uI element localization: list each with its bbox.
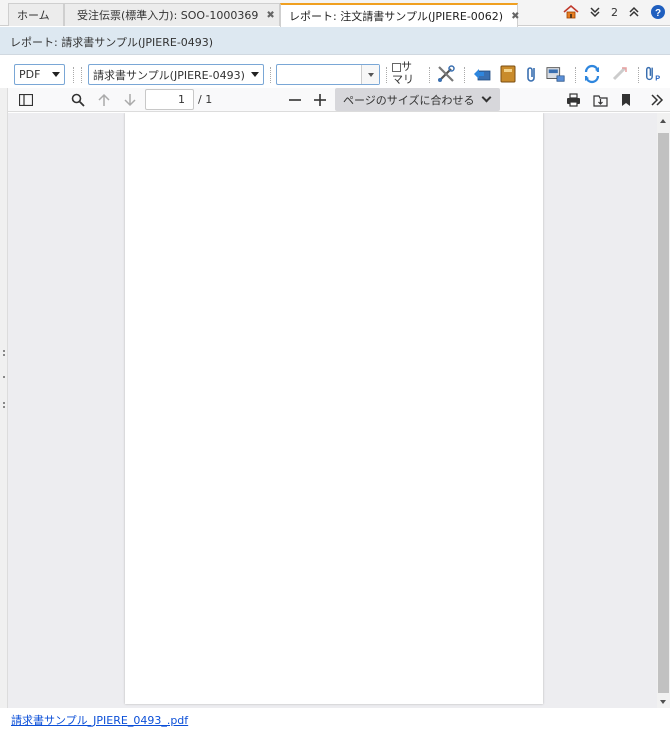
separator bbox=[575, 67, 576, 83]
grip-dot bbox=[3, 350, 5, 352]
separator bbox=[270, 67, 271, 83]
window-title: レポート: 請求書サンプル(JPIERE-0493) bbox=[0, 27, 670, 55]
scroll-down-icon[interactable] bbox=[660, 700, 666, 704]
tab-report-label: レポート: 注文請書サンプル(JPIERE-0062) bbox=[289, 10, 504, 23]
zoom-select[interactable]: ページのサイズに合わせる bbox=[335, 88, 500, 111]
separator bbox=[464, 67, 465, 83]
home-icon[interactable] bbox=[563, 4, 579, 20]
close-icon[interactable]: ✖ bbox=[266, 10, 274, 21]
tab-overflow-count: 2 bbox=[611, 5, 618, 19]
attach-process-icon[interactable]: P bbox=[644, 64, 664, 84]
grip-dot bbox=[3, 354, 5, 356]
format-select-value: PDF bbox=[19, 68, 41, 81]
summary-checkbox[interactable]: サ マリ bbox=[392, 60, 422, 86]
report-format-select[interactable]: 請求書サンプル(JPIERE-0493) bbox=[88, 64, 264, 85]
chevron-down-icon bbox=[367, 72, 374, 77]
checkbox-icon[interactable] bbox=[392, 62, 401, 72]
splitter-handle[interactable] bbox=[0, 88, 8, 708]
tab-home-label: ホーム bbox=[17, 9, 50, 22]
summary-label-line2: マリ bbox=[392, 73, 414, 86]
archive-icon[interactable] bbox=[498, 64, 518, 84]
save-icon[interactable] bbox=[592, 92, 608, 108]
chevron-down-icon bbox=[251, 72, 259, 77]
chevron-down-icon bbox=[52, 72, 60, 77]
grip-dot bbox=[3, 406, 5, 408]
bookmark-icon[interactable] bbox=[618, 92, 634, 108]
pdf-viewer-toolbar: 1 / 1 ページのサイズに合わせる bbox=[8, 88, 670, 112]
page-total: / 1 bbox=[198, 93, 213, 106]
format-select[interactable]: PDF bbox=[14, 64, 65, 85]
pdf-page bbox=[125, 113, 543, 704]
pdf-file-link[interactable]: 請求書サンプル_JPIERE_0493_.pdf bbox=[11, 712, 188, 728]
separator bbox=[81, 67, 82, 83]
zoom-select-value: ページのサイズに合わせる bbox=[343, 94, 475, 107]
arrow-up-icon[interactable] bbox=[96, 92, 112, 108]
separator bbox=[386, 67, 387, 83]
close-icon[interactable]: ✖ bbox=[511, 11, 519, 22]
print-icon[interactable] bbox=[565, 92, 581, 108]
arrow-down-icon[interactable] bbox=[122, 92, 138, 108]
report-format-select-value: 請求書サンプル(JPIERE-0493) bbox=[93, 68, 245, 82]
report-toolbar: PDF 請求書サンプル(JPIERE-0493) サ マリ P bbox=[0, 56, 670, 88]
separator bbox=[73, 67, 74, 83]
vertical-scrollbar[interactable] bbox=[657, 113, 670, 708]
search-icon[interactable] bbox=[70, 92, 86, 108]
separator bbox=[638, 67, 639, 83]
scrollbar-thumb[interactable] bbox=[658, 133, 669, 693]
tab-sales-order[interactable]: 受注伝票(標準入力): SOO-1000369 ✖ bbox=[64, 3, 280, 26]
zoom-in-icon[interactable] bbox=[312, 92, 328, 108]
tab-sales-order-label: 受注伝票(標準入力): SOO-1000369 bbox=[77, 9, 259, 22]
double-chevron-right-icon[interactable] bbox=[649, 92, 665, 108]
combo-dropdown-button[interactable] bbox=[361, 65, 379, 84]
export-icon[interactable] bbox=[472, 64, 492, 84]
attachment-icon[interactable] bbox=[522, 64, 542, 84]
refresh-icon[interactable] bbox=[582, 64, 602, 84]
grip-dot bbox=[3, 376, 5, 378]
page-number-input[interactable]: 1 bbox=[145, 89, 194, 110]
scroll-up-icon[interactable] bbox=[660, 119, 666, 123]
double-chevron-down-icon[interactable] bbox=[587, 4, 603, 20]
tools-icon[interactable] bbox=[436, 64, 456, 84]
pdf-document-area[interactable] bbox=[8, 113, 657, 708]
help-icon[interactable]: ? bbox=[650, 4, 666, 20]
tab-report-active[interactable]: レポート: 注文請書サンプル(JPIERE-0062) ✖ bbox=[280, 3, 519, 27]
grip-dot bbox=[3, 402, 5, 404]
double-chevron-up-icon[interactable] bbox=[626, 4, 642, 20]
zoom-across-icon[interactable] bbox=[610, 64, 630, 84]
tab-tools: 2 ? bbox=[563, 4, 666, 20]
tab-bar: ホーム 受注伝票(標準入力): SOO-1000369 ✖ レポート: 注文請書… bbox=[0, 0, 670, 27]
send-mail-icon[interactable] bbox=[546, 64, 566, 84]
summary-label-line1: サ bbox=[401, 60, 412, 73]
separator bbox=[429, 67, 430, 83]
tab-home[interactable]: ホーム bbox=[8, 3, 64, 26]
sidebar-toggle-icon[interactable] bbox=[18, 92, 34, 108]
print-format-combo[interactable] bbox=[276, 64, 380, 85]
zoom-out-icon[interactable] bbox=[287, 92, 303, 108]
svg-text:P: P bbox=[655, 73, 660, 82]
svg-text:?: ? bbox=[655, 8, 661, 19]
chevron-down-icon bbox=[481, 92, 492, 103]
